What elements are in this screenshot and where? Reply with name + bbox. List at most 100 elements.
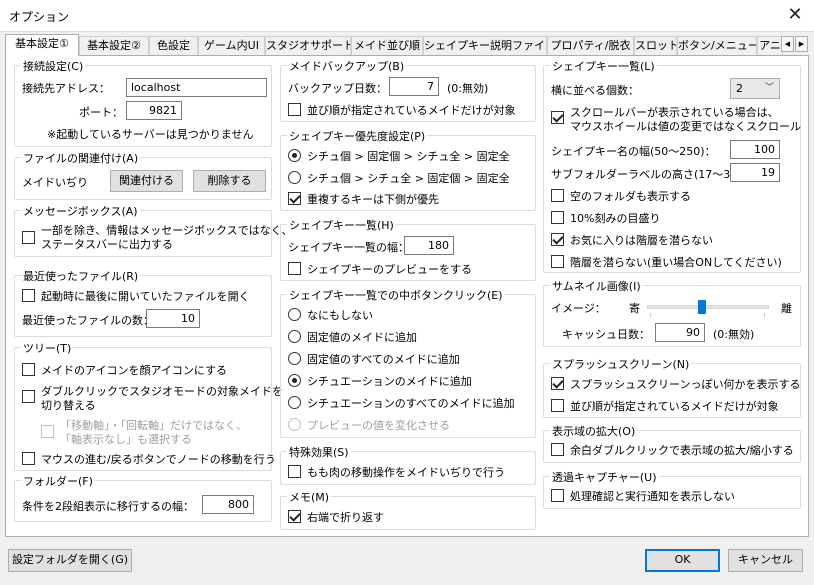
mouse-nav-checkbox[interactable] [22,452,35,465]
backup-days-input[interactable]: 7 [389,77,439,96]
group-recent: 最近使ったファイル(R) 起動時に最後に開いていたファイルを開く 最近使ったファ… [14,268,272,337]
dup-lower-label: 重複するキーは下側が優先 [307,193,439,206]
fav-noexpand-label: お気に入りは階層を潜らない [570,234,713,247]
group-title: メイドバックアップ(B) [287,58,407,74]
group-title: フォルダー(F) [21,473,95,489]
tab-property[interactable]: プロパティ/脱衣 [547,36,634,55]
chevron-down-icon: ﹀ [764,83,774,93]
close-icon[interactable]: ✕ [782,4,808,26]
backup-days-label: バックアップ日数： [288,82,387,95]
tab-basic-2[interactable]: 基本設定② [79,36,149,55]
file-assoc-label: メイドいぢり [22,176,88,189]
shape-preview-checkbox[interactable] [288,262,301,275]
group-thumbnail: サムネイル画像(I) イメージ： 寄 離 キャッシュ日数： 90 (0:無効) [543,278,801,347]
cols-label: 横に並べる個数： [551,84,639,97]
subfolder-height-input[interactable]: 19 [730,163,780,182]
near-label: 寄 [629,302,640,315]
fav-noexpand-checkbox[interactable] [551,233,564,246]
name-width-input[interactable]: 100 [730,140,780,159]
tab-button-menu[interactable]: ボタン/メニュー [677,36,757,55]
priority-radio-1[interactable] [288,149,301,162]
group-title: 接続設定(C) [21,58,86,74]
msgbox-option-line2: ステータスバーに出力する [41,238,173,251]
address-label: 接続先アドレス： [22,82,110,95]
tab-maid-order[interactable]: メイド並び順 [351,36,423,55]
middle-click-radio-4[interactable] [288,374,301,387]
middle-click-label-5: シチュエーションのすべてのメイドに追加 [307,397,515,410]
noexpand-label: 階層を潜らない(重い場合ONしてください) [570,256,782,269]
tab-game-ui[interactable]: ゲーム内UI [198,36,265,55]
tab-content: 接続設定(C) 接続先アドレス： localhost ポート： 9821 ※起動… [5,55,809,537]
no-notify-checkbox[interactable] [551,489,564,502]
cache-days-note: (0:無効) [713,328,755,341]
middle-click-label-2: 固定値のメイドに追加 [307,331,417,344]
no-axis-checkbox[interactable] [41,425,54,438]
group-middle-click: シェイプキー一覧での中ボタンクリック(E) なにもしない 固定値のメイドに追加 … [280,287,536,438]
middle-click-radio-3[interactable] [288,352,301,365]
mouse-nav-label: マウスの進む/戻るボタンでノードの移動を行う [41,453,276,466]
middle-click-label-1: なにもしない [307,309,373,322]
cache-days-input[interactable]: 90 [655,323,705,342]
group-capture: 透過キャプチャー(U) 処理確認と実行通知を表示しない [543,469,801,509]
backup-sorted-checkbox[interactable] [288,103,301,116]
port-label: ポート： [79,106,123,119]
peach-label: もも肉の移動操作をメイドいぢりで行う [307,466,505,479]
empty-folder-checkbox[interactable] [551,189,564,202]
peach-checkbox[interactable] [288,465,301,478]
wrap-checkbox[interactable] [288,510,301,523]
group-effects: 特殊効果(S) もも肉の移動操作をメイドいぢりで行う [280,444,536,485]
middle-click-radio-1[interactable] [288,308,301,321]
ok-button[interactable]: OK [645,549,720,572]
group-file-assoc: ファイルの関連付け(A) メイドいぢり 関連付ける 削除する [14,150,272,200]
tab-shapekey-desc[interactable]: シェイプキー説明ファイル [423,36,547,55]
open-last-checkbox[interactable] [22,289,35,302]
shape-width-label: シェイプキー一覧の幅： [288,241,409,254]
priority-radio-2[interactable] [288,171,301,184]
middle-click-label-4: シチュエーションのメイドに追加 [307,375,472,388]
dblclick-studio-checkbox[interactable] [22,390,35,403]
tab-anim[interactable]: アニ [757,36,783,55]
subfolder-height-label: サブフォルダーラベルの高さ(17〜35)： [551,168,753,181]
cancel-button[interactable]: キャンセル [728,549,803,572]
folder-width-label: 条件を2段組表示に移行するの幅： [22,500,194,513]
splash-sorted-checkbox[interactable] [551,399,564,412]
group-title: シェイプキー一覧(L) [550,58,657,74]
port-input[interactable]: 9821 [126,101,182,120]
folder-width-input[interactable]: 800 [202,495,254,514]
group-shapekey-list-right: シェイプキー一覧(L) 横に並べる個数： 2 ﹀ スクロールバーが表示されている場… [543,58,801,273]
scroll-wheel-checkbox[interactable] [551,111,564,124]
middle-click-radio-6[interactable] [288,418,301,431]
shape-width-input[interactable]: 180 [404,236,454,255]
image-label: イメージ： [551,302,606,315]
address-input[interactable]: localhost [126,78,267,97]
dbl-zoom-checkbox[interactable] [551,443,564,456]
server-note: ※起動しているサーバーは見つかりません [47,128,254,141]
no-notify-label: 処理確認と実行通知を表示しない [570,490,735,503]
group-tree: ツリー(T) メイドのアイコンを顔アイコンにする ダブルクリックでスタジオモード… [14,340,283,471]
face-icon-checkbox[interactable] [22,363,35,376]
recent-count-input[interactable]: 10 [146,309,200,328]
tab-basic-1[interactable]: 基本設定① [5,34,79,56]
ten-percent-checkbox[interactable] [551,211,564,224]
middle-click-radio-5[interactable] [288,396,301,409]
window-title: オプション [9,10,70,24]
noexpand-checkbox[interactable] [551,255,564,268]
delete-assoc-button[interactable]: 削除する [193,170,266,192]
assoc-button[interactable]: 関連付ける [110,170,183,192]
tab-studio-support[interactable]: スタジオサポート [265,36,351,55]
tab-scroll-right-icon[interactable]: ▶ [795,36,808,52]
middle-click-radio-2[interactable] [288,330,301,343]
group-title: メモ(M) [287,489,332,505]
group-title: 特殊効果(S) [287,444,351,460]
tab-color[interactable]: 色設定 [149,36,198,55]
cols-select[interactable]: 2 ﹀ [730,78,780,99]
thumbnail-slider-thumb[interactable] [698,300,706,314]
open-settings-folder-button[interactable]: 設定フォルダを開く(G) [8,549,132,572]
shape-preview-label: シェイプキーのプレビューをする [307,263,472,276]
tab-slot[interactable]: スロット [634,36,677,55]
splash-show-checkbox[interactable] [551,377,564,390]
dup-lower-checkbox[interactable] [288,192,301,205]
msgbox-statusbar-checkbox[interactable] [22,231,35,244]
wrap-label: 右端で折り返す [307,511,384,524]
tab-scroll-left-icon[interactable]: ◀ [781,36,794,52]
